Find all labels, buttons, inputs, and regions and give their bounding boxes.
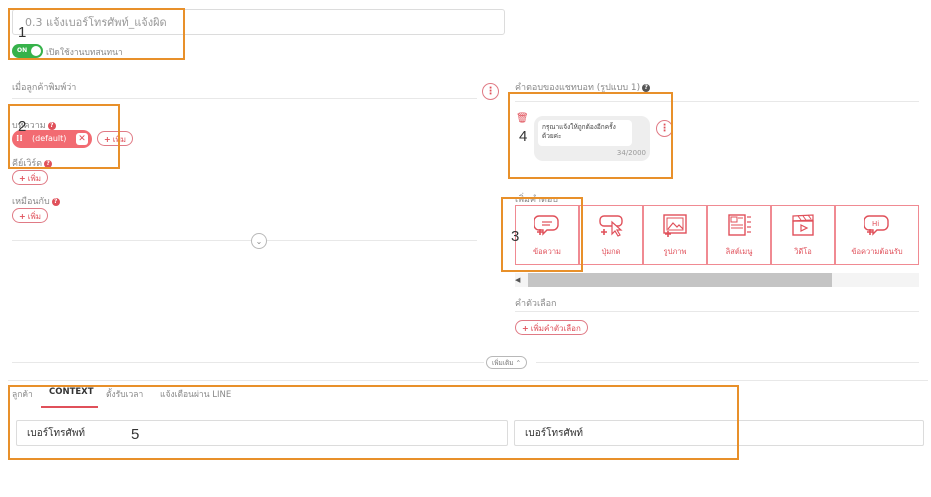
annotation-number-5: 5 (131, 426, 140, 443)
plus-icon: + (19, 212, 26, 221)
show-more-button[interactable]: เพิ่มเติม ⌃ (486, 356, 528, 369)
annotation-box-5 (8, 385, 739, 460)
plus-icon: + (522, 324, 529, 333)
list-menu-icon (728, 214, 751, 236)
similar-label: เหมือนกับ (12, 197, 50, 207)
add-quick-reply-label: เพิ่มคำตัวเลือก (530, 324, 581, 333)
collapse-divider-left (12, 240, 251, 241)
tiles-scrollbar-thumb[interactable] (528, 273, 832, 287)
annotation-number-4: 4 (519, 128, 528, 145)
quick-reply-divider (515, 311, 919, 312)
left-more-options-icon[interactable]: ⋮ (482, 83, 499, 100)
tile-label: รูปภาพ (663, 247, 687, 256)
add-label: เพิ่ม (27, 174, 41, 183)
collapse-divider-right (267, 240, 477, 241)
annotation-number-3: 3 (511, 228, 520, 245)
add-similar-button[interactable]: + เพิ่ม (12, 208, 48, 223)
similar-section-label: เหมือนกับ? (12, 194, 60, 208)
tile-label: ปุ่มกด (601, 247, 621, 256)
when-user-types-label: เมื่อลูกค้าพิมพ์ว่า (12, 83, 77, 93)
add-label: เพิ่ม (27, 212, 41, 221)
button-cursor-icon (599, 215, 623, 237)
show-more-label: เพิ่มเติม (492, 359, 514, 367)
annotation-number-1: 1 (18, 24, 27, 41)
tile-greeting[interactable]: Hi ข้อความต้อนรับ (835, 206, 919, 264)
add-keyword2-button[interactable]: + เพิ่ม (12, 170, 48, 185)
annotation-box-4 (508, 92, 673, 179)
svg-text:Hi: Hi (872, 220, 879, 228)
annotation-box-1 (8, 8, 185, 60)
image-icon (663, 214, 687, 237)
left-divider (12, 98, 477, 99)
more-divider-left (12, 362, 484, 363)
bottom-divider (8, 380, 928, 381)
greeting-icon: Hi (864, 215, 889, 236)
annotation-number-2: 2 (18, 118, 27, 135)
tile-label: ข้อความต้อนรับ (851, 247, 903, 256)
tile-label: ลิสต์เมนู (725, 247, 753, 256)
quick-reply-label: คำตัวเลือก (515, 299, 557, 309)
help-icon[interactable]: ? (51, 197, 60, 206)
annotation-box-2 (8, 104, 120, 169)
help-icon[interactable]: ? (642, 83, 651, 92)
add-quick-reply-button[interactable]: + เพิ่มคำตัวเลือก (515, 320, 588, 335)
chevron-down-icon[interactable]: ⌄ (251, 233, 267, 249)
scroll-left-icon[interactable]: ◀ (515, 276, 520, 284)
tile-video[interactable]: วิดีโอ (771, 206, 835, 264)
tile-list-menu[interactable]: ลิสต์เมนู (707, 206, 771, 264)
more-divider-right (536, 362, 919, 363)
plus-icon: + (19, 174, 26, 183)
tile-button[interactable]: ปุ่มกด (579, 206, 643, 264)
video-icon (792, 214, 814, 236)
tile-image[interactable]: รูปภาพ (643, 206, 707, 264)
tile-label: วิดีโอ (794, 247, 812, 256)
